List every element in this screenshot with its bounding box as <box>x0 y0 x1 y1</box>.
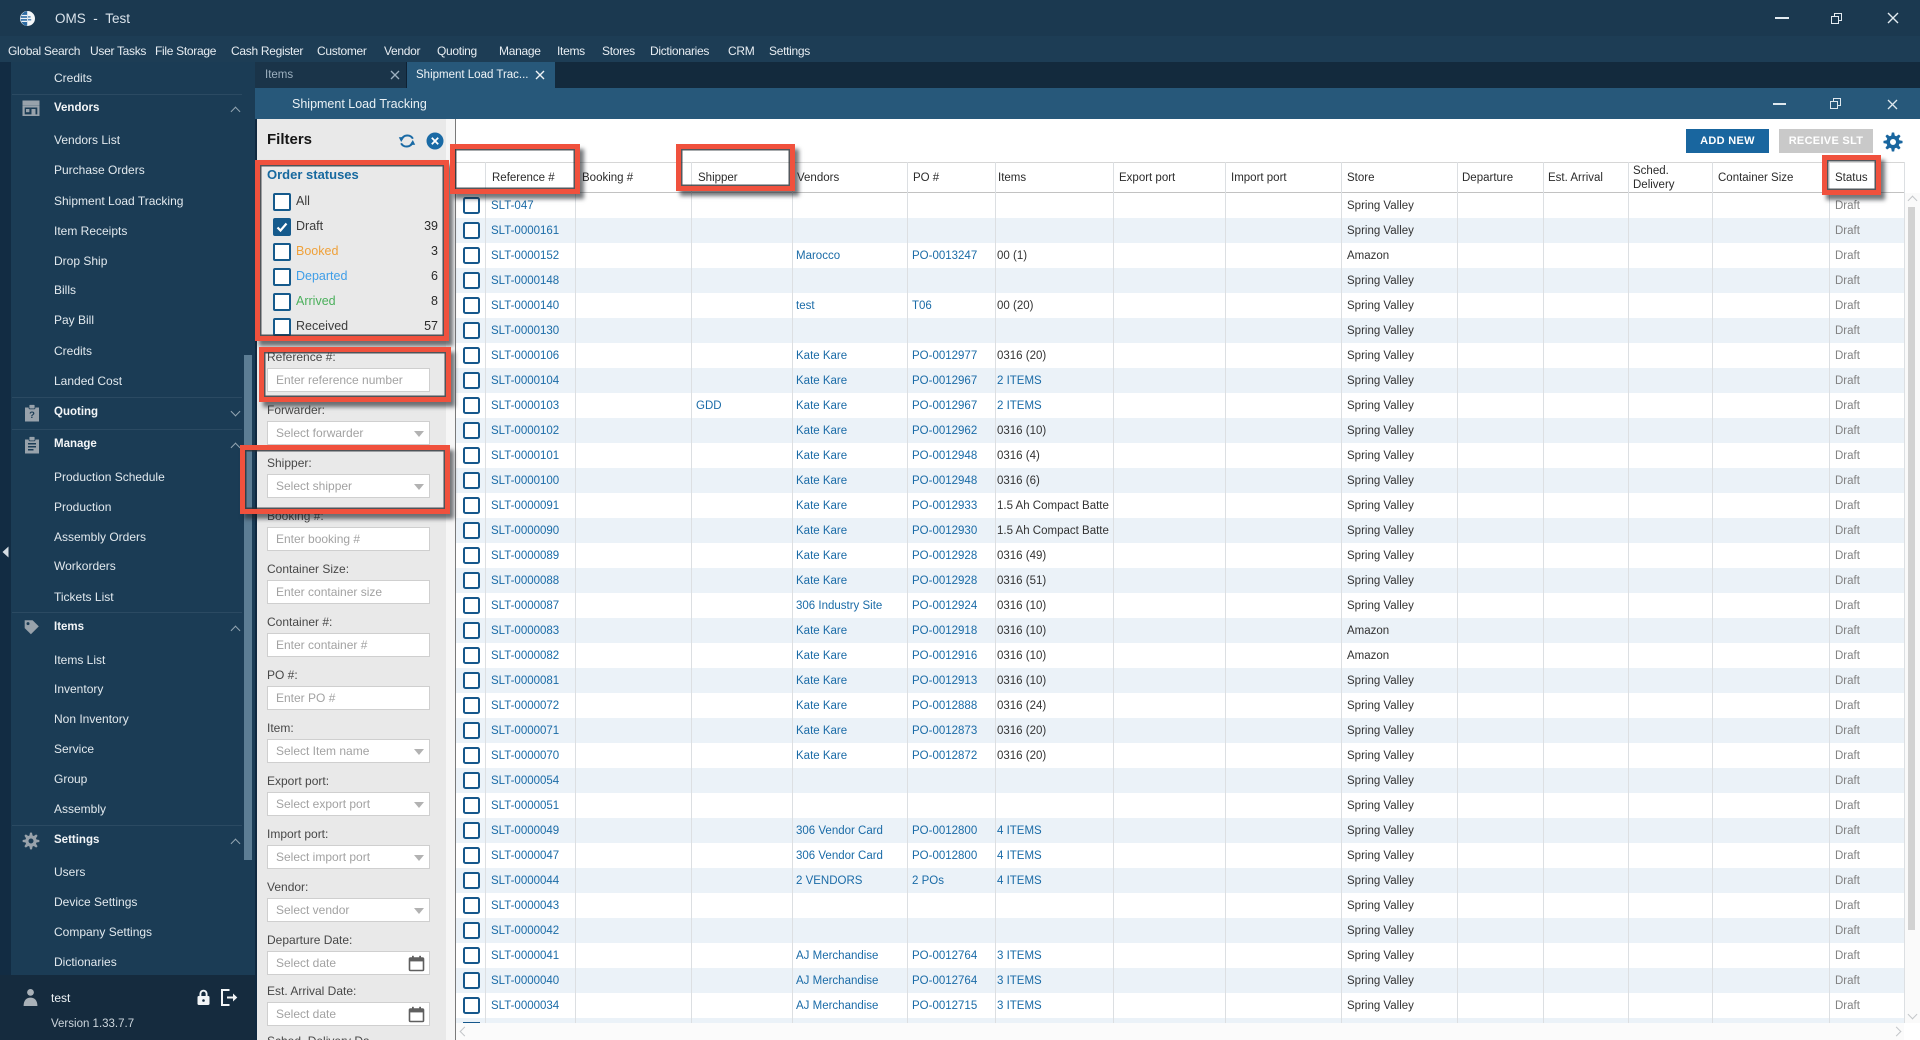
svg-text:?: ? <box>29 410 35 421</box>
